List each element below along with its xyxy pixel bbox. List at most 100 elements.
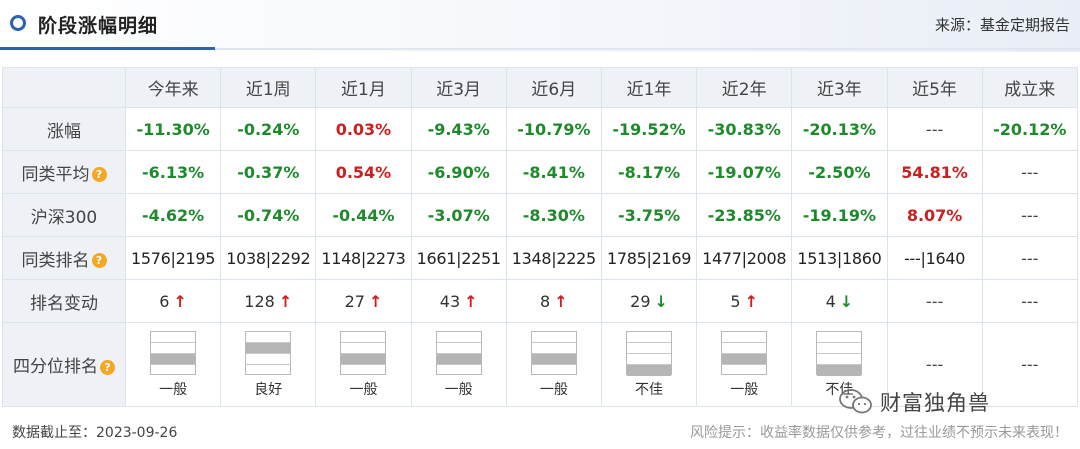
value-text: -9.43% <box>427 119 490 139</box>
value-cell: -0.74% <box>220 193 317 237</box>
value-text: -3.07% <box>427 205 490 225</box>
value-text: -3.75% <box>617 205 681 225</box>
value-cell: --- <box>886 107 983 151</box>
rank-change-cell: --- <box>981 279 1078 323</box>
rank-cell: 1513|1860 <box>791 236 888 280</box>
value-cell: 8.07% <box>886 193 983 237</box>
arrow-up-icon: ↑ <box>173 291 187 311</box>
arrow-up-icon: ↑ <box>278 291 293 311</box>
header-row: 今年来 近1周 近1月 近3月 近6月 近1年 近2年 近3年 近5年 成立来 <box>2 67 1078 108</box>
quartile-label: 一般 <box>444 381 473 398</box>
row-header: 同类平均? <box>2 150 126 194</box>
value-text: -6.13% <box>142 162 205 182</box>
quartile-segment <box>722 365 766 376</box>
rank-change-cell: 5 ↑ <box>696 279 793 323</box>
rank-cell: 1477|2008 <box>696 236 793 280</box>
rank-text: 1661|2251 <box>416 248 501 268</box>
quartile-segment <box>531 353 576 365</box>
rank-text: 1785|2169 <box>606 248 692 268</box>
value-text: -6.90% <box>427 162 490 182</box>
quartile-segment <box>627 332 672 343</box>
quartile-segment <box>341 353 386 365</box>
value-cell: -19.52% <box>600 107 698 151</box>
rank-change-value: --- <box>1021 291 1039 311</box>
value-cell: -3.75% <box>600 193 698 237</box>
row-label: 涨幅 <box>47 121 81 142</box>
rank-cell: 1038|2292 <box>220 236 317 280</box>
table-row-return: 涨幅 -11.30% -0.24% 0.03% -9.43% -10.79% -19.52%… <box>2 107 1078 151</box>
quartile-label: 一般 <box>159 381 188 398</box>
arrow-up-icon: ↑ <box>464 291 478 311</box>
value-cell: -19.19% <box>791 193 888 237</box>
quartile-chart <box>530 330 577 376</box>
row-header: 沪深300 <box>2 193 126 237</box>
row-header: 同类排名? <box>2 236 126 280</box>
rank-change-cell: 6 ↑ <box>124 279 222 323</box>
value-cell: -0.24% <box>220 107 317 151</box>
help-icon[interactable]: ? <box>91 253 107 268</box>
rank-change-cell: 128 ↑ <box>220 279 317 323</box>
rank-change-value: 27 <box>344 291 365 311</box>
row-label: 排名变动 <box>30 293 98 314</box>
circle-icon <box>10 15 26 31</box>
rank-text: 1477|2008 <box>702 248 787 268</box>
rank-change-value: 8 <box>540 291 551 311</box>
quartile-segment <box>151 353 196 365</box>
help-icon[interactable]: ? <box>100 359 115 375</box>
rank-change-cell: --- <box>886 279 983 323</box>
value-text: --- <box>1021 162 1039 182</box>
rank-change-cell: 8 ↑ <box>505 279 602 323</box>
quartile-segment <box>246 365 290 376</box>
rank-change-value: 128 <box>244 291 275 311</box>
quartile-chart <box>340 330 387 375</box>
value-text: -0.74% <box>237 205 300 225</box>
rank-cell: 1785|2169 <box>600 236 698 280</box>
quartile-segment <box>151 332 196 343</box>
quartile-segment <box>722 343 767 354</box>
value-cell: --- <box>981 193 1078 237</box>
value-text: 0.54% <box>335 162 392 182</box>
quartile-segment <box>627 354 672 365</box>
header-accent-bar <box>0 47 215 50</box>
value-text: -20.13% <box>802 119 877 139</box>
value-cell: 0.03% <box>315 107 412 151</box>
value-cell: -2.50% <box>791 150 888 194</box>
value-text: 54.81% <box>901 162 968 182</box>
column-header: 近1年 <box>600 67 698 108</box>
rank-text: 1148|2273 <box>321 248 406 268</box>
row-label: 四分位排名 <box>13 357 98 377</box>
quartile-cell: 一般 <box>124 322 222 407</box>
quartile-segment <box>531 332 576 343</box>
rank-text: 1038|2292 <box>226 248 311 268</box>
quartile-label: 良好 <box>254 381 283 398</box>
quartile-segment <box>436 353 481 365</box>
quartile-segment <box>437 365 481 376</box>
value-cell: --- <box>981 150 1078 194</box>
table-row-hs300: 沪深300 -4.62% -0.74% -0.44% -3.07% -8.30% -3.75… <box>2 193 1078 237</box>
value-cell: -8.30% <box>505 193 602 237</box>
rank-text: ---|1640 <box>904 248 966 268</box>
wechat-icon <box>839 389 872 414</box>
rank-change-value: --- <box>925 291 944 311</box>
quartile-cell: --- <box>981 322 1078 407</box>
value-text: -11.30% <box>136 119 210 139</box>
quartile-segment <box>532 365 576 376</box>
value-text: -8.41% <box>522 162 585 182</box>
column-header: 成立来 <box>981 67 1078 108</box>
quartile-cell: 一般 <box>696 322 793 407</box>
quartile-segment <box>817 343 862 354</box>
quartile-label: 不佳 <box>635 381 664 398</box>
rank-cell: 1661|2251 <box>410 236 507 280</box>
column-header: 近1周 <box>220 67 317 108</box>
row-label: 同类排名 <box>21 250 90 271</box>
rank-change-cell: 29 ↓ <box>600 279 698 323</box>
quartile-segment <box>817 364 862 376</box>
help-icon[interactable]: ? <box>91 167 107 182</box>
quartile-chart <box>816 330 863 376</box>
quartile-segment <box>817 354 862 365</box>
rank-cell: 1576|2195 <box>124 236 222 280</box>
quartile-segment <box>722 353 767 365</box>
value-text: 8.07% <box>906 205 963 225</box>
rank-text: 1576|2195 <box>131 248 216 268</box>
value-cell: -11.30% <box>124 107 222 151</box>
